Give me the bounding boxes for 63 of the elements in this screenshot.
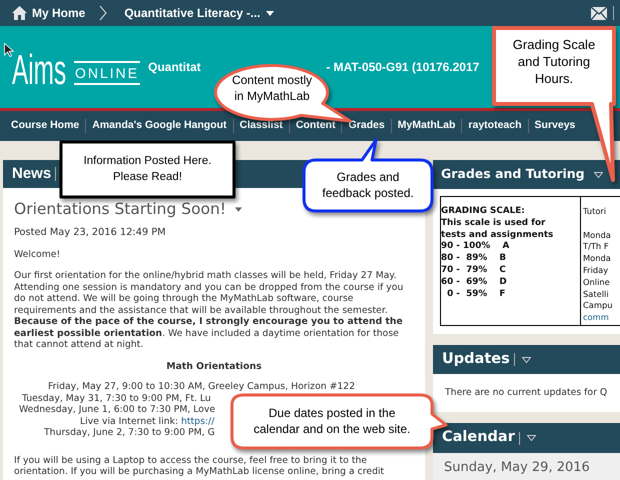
callout-text: Due dates posted in the calendar and on the web site. bbox=[252, 405, 412, 437]
tutoring-line: Monda bbox=[583, 230, 611, 242]
nav-link[interactable]: MyMathLab bbox=[392, 118, 462, 134]
dropdown-icon[interactable] bbox=[522, 356, 531, 362]
news-paragraph: Our first orientation for the online/hybrid math classes will be held, Friday 27 May. Attending one session is mandatory and you can be dropped from the course if you do not attend. We will be going through the MyMathLab software, course requirements and the assistance that will be available throughout the semester. Because of the pace of the course, I strongly encourage you to attend the earliest possible orientation. We have included a daytime orientation for those that cannot attend at night. bbox=[14, 270, 404, 350]
tutoring-line: Satelli bbox=[583, 288, 609, 300]
home-icon[interactable] bbox=[12, 6, 27, 20]
grading-scale-line: 0 - 59% F bbox=[446, 288, 506, 300]
schedule-line: Wednesday, June 1, 6:00 to 7:30 PM, Love bbox=[19, 404, 216, 416]
grading-scale-line: GRADING SCALE: bbox=[441, 206, 525, 218]
grading-scale-line: 60 - 69% D bbox=[441, 276, 507, 289]
grading-scale-line: tests and assignments bbox=[441, 230, 554, 242]
logo-text: Aims bbox=[12, 50, 68, 90]
nav-link[interactable]: Amanda's Google Hangout bbox=[86, 118, 233, 134]
nav-link[interactable]: raytoteach bbox=[462, 118, 528, 134]
tutoring-line: Monda bbox=[583, 253, 611, 265]
greeting-text: Welcome! bbox=[14, 248, 60, 260]
nav-link[interactable]: Surveys bbox=[528, 118, 582, 134]
schedule-line: Tuesday, May 31, 7:30 to 9:00 PM, Ft. Lu bbox=[22, 392, 211, 404]
grading-scale-line: This scale is used for bbox=[441, 218, 546, 230]
nav-link[interactable]: Course Home bbox=[5, 118, 86, 134]
tutoring-line: Online bbox=[583, 276, 610, 289]
updates-message: There are no current updates for Q bbox=[445, 386, 608, 400]
chevron-icon bbox=[99, 5, 108, 21]
panel-title: News bbox=[12, 164, 52, 184]
news-item-title: Orientations Starting Soon! bbox=[14, 199, 226, 219]
pointer-icon bbox=[4, 43, 14, 57]
link[interactable]: https:// bbox=[181, 416, 214, 427]
schedule-line: Friday, May 27, 9:00 to 10:30 AM, Greeley Campus, Horizon #122 bbox=[48, 381, 356, 392]
grading-scale-line: 70 - 79% C bbox=[441, 264, 506, 277]
calendar-date: Sunday, May 29, 2016 bbox=[444, 459, 590, 478]
grading-scale-line: 90 - 100% A bbox=[441, 241, 510, 254]
home-link[interactable]: My Home bbox=[32, 4, 86, 22]
schedule-line: Live via Internet link: bbox=[80, 416, 178, 427]
nav-link[interactable]: Grades bbox=[342, 118, 391, 134]
logo-subtext: ONLINE bbox=[74, 61, 140, 85]
link[interactable]: comm bbox=[583, 312, 609, 324]
callout-text: Information Posted Here. Please Read! bbox=[82, 154, 212, 185]
course-title: - MAT-050-G91 (10176.2017 bbox=[326, 59, 480, 76]
nav-link[interactable]: Content bbox=[290, 118, 342, 134]
nav-link[interactable]: Classlist bbox=[234, 118, 289, 134]
course-title: Quantitat bbox=[148, 60, 201, 74]
tutoring-line: T/Th F bbox=[583, 241, 609, 254]
dropdown-icon[interactable] bbox=[594, 172, 603, 178]
caret-icon[interactable] bbox=[235, 206, 242, 212]
tutoring-line: Campu bbox=[583, 300, 612, 312]
tutoring-line: Friday bbox=[583, 264, 608, 277]
schedule-line: Thursday, June 2, 7:30 to 9:00 PM, G bbox=[44, 427, 215, 438]
mail-icon[interactable] bbox=[591, 6, 607, 20]
caret-icon[interactable] bbox=[266, 10, 274, 16]
news-paragraph: If you will be using a Laptop to access the course, feel free to bring it to the orientation. If you will be purchasing a MyMathLab license online, bring a credit bbox=[14, 454, 386, 478]
dropdown-icon[interactable] bbox=[526, 435, 536, 441]
course-menu[interactable]: Quantitative Literacy -... bbox=[124, 4, 260, 22]
callout-text: Grading Scale and Tutoring Hours. bbox=[512, 36, 596, 87]
callout-text: Grades and feedback posted. bbox=[321, 169, 415, 201]
tutoring-line: Tutori bbox=[583, 206, 606, 218]
section-heading: Math Orientations bbox=[166, 360, 262, 372]
callout-text: Content mostly in MyMathLab bbox=[230, 72, 314, 104]
panel-title: Grades and Tutoring bbox=[441, 165, 585, 184]
grading-scale-line: 80 - 89% B bbox=[441, 253, 506, 265]
posted-date: Posted May 23, 2016 12:49 PM bbox=[14, 227, 167, 238]
panel-title: Calendar bbox=[442, 428, 515, 448]
panel-title: Updates bbox=[442, 350, 510, 369]
